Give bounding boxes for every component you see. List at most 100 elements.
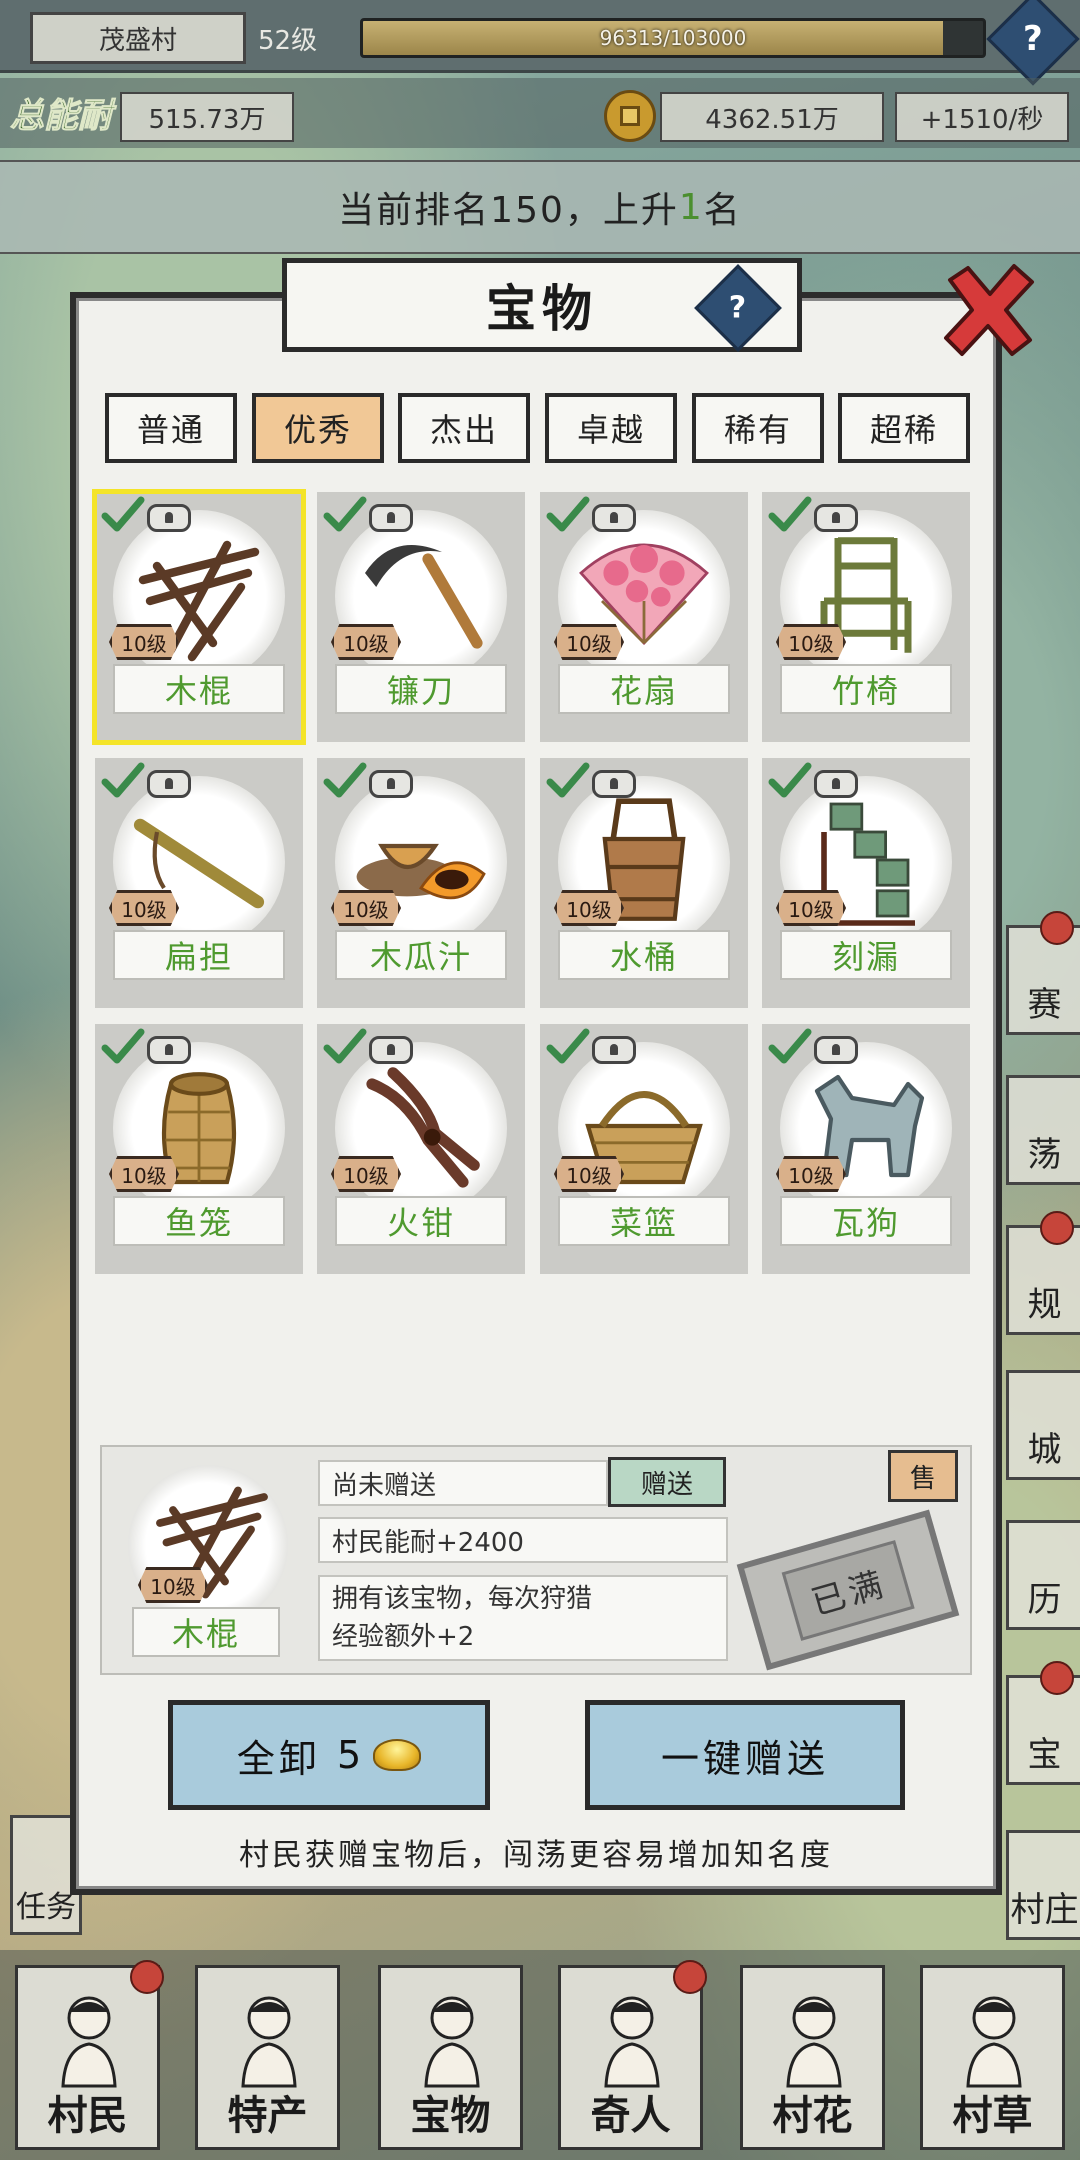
item-name: 木瓜汁	[335, 930, 507, 980]
treasure-card[interactable]: 10级 镰刀	[317, 492, 525, 742]
gift-button[interactable]: 赠送	[608, 1457, 726, 1507]
question-icon: ?	[1023, 18, 1043, 59]
rank-up-count: 1	[678, 186, 704, 228]
checkmark-icon	[323, 762, 367, 798]
item-name: 水桶	[558, 930, 730, 980]
coin-rate: +1510/秒	[895, 92, 1069, 142]
lock-icon	[814, 770, 858, 798]
gift-status: 尚未赠送	[318, 1460, 608, 1506]
treasure-card[interactable]: 10级 瓦狗	[762, 1024, 970, 1274]
checkmark-icon	[323, 496, 367, 532]
nav-button[interactable]: 村民	[15, 1965, 160, 2150]
sell-button[interactable]: 售	[888, 1450, 958, 1502]
checkmark-icon	[101, 496, 145, 532]
checkmark-icon	[768, 496, 812, 532]
nav-button[interactable]: 宝物	[378, 1965, 523, 2150]
item-level-badge: 10级	[776, 624, 846, 660]
full-stamp-text: 已满	[781, 1539, 915, 1641]
side-menu-item[interactable]: 历	[1006, 1520, 1080, 1630]
side-menu-item[interactable]: 赛	[1006, 925, 1080, 1035]
item-level-badge: 10级	[554, 890, 624, 926]
item-level-badge: 10级	[776, 890, 846, 926]
lock-icon	[814, 504, 858, 532]
lock-icon	[147, 1036, 191, 1064]
village-name[interactable]: 茂盛村	[30, 12, 246, 64]
rank-banner: 当前排名150，上升 1 名	[0, 160, 1080, 254]
nav-button[interactable]: 特产	[195, 1965, 340, 2150]
side-menu-label: 规	[1027, 1285, 1062, 1325]
treasure-card[interactable]: 10级竹椅	[762, 492, 970, 742]
item-name: 镰刀	[335, 664, 507, 714]
lock-icon	[369, 770, 413, 798]
character-portrait-icon	[241, 1996, 297, 2088]
treasure-card[interactable]: 10级花扇	[540, 492, 748, 742]
character-portrait-icon	[786, 1996, 842, 2088]
nav-button[interactable]: 奇人	[558, 1965, 703, 2150]
treasure-card[interactable]: 10级水桶	[540, 758, 748, 1008]
lock-icon	[147, 770, 191, 798]
close-icon[interactable]	[938, 260, 1038, 360]
gift-all-button[interactable]: 一键赠送	[585, 1700, 905, 1810]
nav-button[interactable]: 村草	[920, 1965, 1065, 2150]
total-power-label: 总能耐	[10, 96, 113, 137]
rank-prefix: 当前排名150，上升	[338, 190, 679, 231]
rarity-tab[interactable]: 杰出	[398, 393, 530, 463]
unload-all-button[interactable]: 全卸 5	[168, 1700, 490, 1810]
detail-item-name: 木棍	[132, 1607, 280, 1657]
checkmark-icon	[546, 496, 590, 532]
lock-icon	[592, 770, 636, 798]
village-level: 52级	[258, 26, 318, 56]
side-menu-item[interactable]: 规	[1006, 1225, 1080, 1335]
rarity-tab[interactable]: 稀有	[692, 393, 824, 463]
side-menu-label: 村庄	[1010, 1890, 1079, 1930]
treasure-card[interactable]: 10级 扁担	[95, 758, 303, 1008]
side-menu-label: 宝	[1027, 1735, 1062, 1775]
item-name: 花扇	[558, 664, 730, 714]
item-level-badge: 10级	[331, 890, 401, 926]
item-name: 木棍	[113, 664, 285, 714]
lock-icon	[147, 504, 191, 532]
lock-icon	[369, 1036, 413, 1064]
treasure-card[interactable]: 10级木棍	[92, 489, 306, 745]
treasure-card[interactable]: 10级 鱼笼	[95, 1024, 303, 1274]
character-portrait-icon	[424, 1996, 480, 2088]
rarity-tab[interactable]: 优秀	[252, 393, 384, 463]
side-menu-item[interactable]: 宝	[1006, 1675, 1080, 1785]
rarity-tab[interactable]: 超稀	[838, 393, 970, 463]
checkmark-icon	[546, 1028, 590, 1064]
treasure-card[interactable]: 10级 火钳	[317, 1024, 525, 1274]
bonus-line: 村民能耐+2400	[318, 1517, 728, 1563]
notification-dot	[673, 1960, 707, 1994]
nav-label: 村草	[952, 2093, 1033, 2139]
item-name: 菜篮	[558, 1196, 730, 1246]
item-level-badge: 10级	[554, 1156, 624, 1192]
item-name: 鱼笼	[113, 1196, 285, 1246]
gift-all-label: 一键赠送	[660, 1736, 829, 1781]
treasure-card[interactable]: 10级木瓜汁	[317, 758, 525, 1008]
treasure-card[interactable]: 10级 刻漏	[762, 758, 970, 1008]
side-menu-item[interactable]: 荡	[1006, 1075, 1080, 1185]
item-level-badge: 10级	[331, 1156, 401, 1192]
task-label: 任务	[16, 1890, 76, 1925]
treasure-card[interactable]: 10级菜篮	[540, 1024, 748, 1274]
side-menu-item[interactable]: 村庄	[1006, 1830, 1080, 1940]
rarity-tab[interactable]: 普通	[105, 393, 237, 463]
character-portrait-icon	[604, 1996, 660, 2088]
lock-icon	[592, 1036, 636, 1064]
character-portrait-icon	[966, 1996, 1022, 2088]
item-name: 竹椅	[780, 664, 952, 714]
item-level-badge: 10级	[554, 624, 624, 660]
nav-label: 特产	[227, 2093, 308, 2139]
lock-icon	[592, 504, 636, 532]
notification-dot	[1040, 911, 1074, 945]
nav-button[interactable]: 村花	[740, 1965, 885, 2150]
notification-dot	[1040, 1211, 1074, 1245]
side-menu-label: 城	[1027, 1430, 1062, 1470]
description-line-2: 经验额外+2	[332, 1622, 475, 1652]
side-menu-item[interactable]: 城	[1006, 1370, 1080, 1480]
item-level-badge: 10级	[109, 624, 179, 660]
nav-label: 宝物	[410, 2093, 491, 2139]
experience-text: 96313/103000	[599, 26, 747, 50]
rarity-tab[interactable]: 卓越	[545, 393, 677, 463]
copper-coin-icon	[604, 90, 656, 142]
